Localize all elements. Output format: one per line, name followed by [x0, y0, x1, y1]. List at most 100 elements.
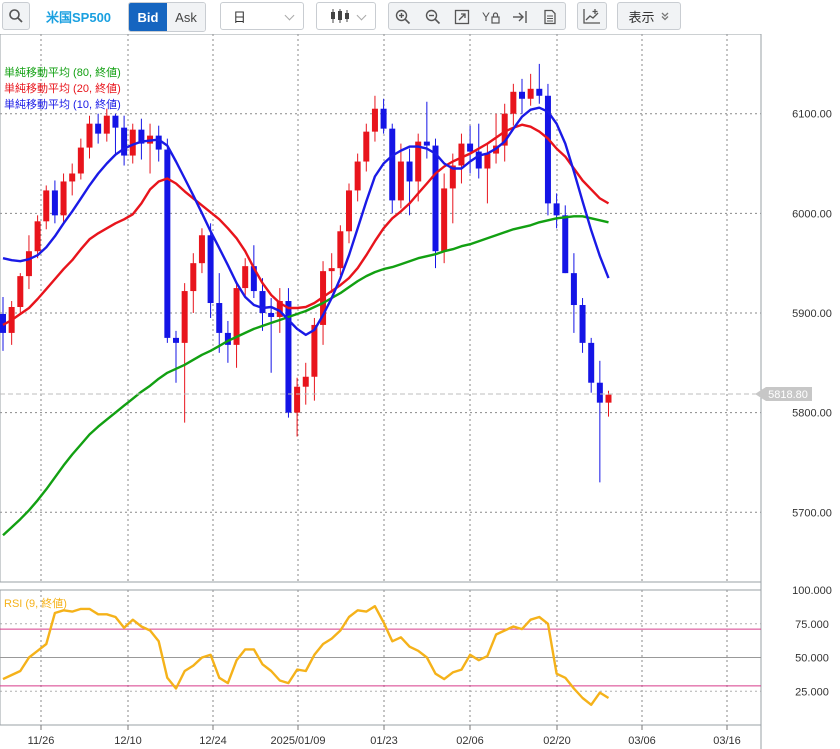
- chart-tools: Y: [388, 2, 566, 30]
- candle-body: [242, 266, 249, 289]
- symbol-name[interactable]: 米国SP500: [46, 7, 111, 26]
- candle-body: [363, 131, 370, 162]
- period-value: 日: [233, 9, 247, 25]
- x-tick-label: 12/24: [199, 735, 227, 747]
- period-select[interactable]: 日: [220, 2, 304, 30]
- candle-body: [17, 276, 24, 308]
- x-tick-label: 11/26: [28, 735, 55, 747]
- candle-body: [380, 108, 387, 129]
- candle-body: [562, 215, 569, 274]
- x-tick-label: 01/23: [370, 735, 398, 747]
- rsi-tick-label: 100.000: [792, 585, 832, 597]
- bid-ask-toggle: Bid Ask: [128, 2, 206, 32]
- candle-body: [216, 303, 223, 333]
- candle-body: [129, 129, 136, 156]
- candle-body: [173, 337, 179, 343]
- zoom-in-icon: [395, 9, 411, 25]
- legend-rsi: RSI (9, 終値): [4, 596, 67, 610]
- candle-body: [467, 143, 474, 152]
- candle-body: [294, 386, 301, 413]
- y-tick-label: 6000.00: [792, 208, 832, 220]
- candle-body: [181, 291, 188, 343]
- candle-body: [51, 190, 58, 216]
- zoom-out-button[interactable]: [422, 6, 444, 28]
- candle-body: [311, 324, 318, 377]
- candle-body: [302, 376, 309, 387]
- candle-body: [60, 181, 67, 216]
- search-icon: [9, 9, 23, 23]
- candle-body: [268, 312, 275, 317]
- fit-screen-button[interactable]: [451, 6, 473, 28]
- bid-button[interactable]: Bid: [129, 3, 167, 31]
- candle-body: [432, 145, 439, 252]
- arrow-right-end-icon: [513, 11, 527, 23]
- y-tick-label: 5700.00: [792, 507, 832, 519]
- indicator-lines: [0, 106, 761, 706]
- axis-labels: 11/26 12/10 12/24 2025/01/09 01/23 02/06 02/20…: [28, 109, 832, 747]
- candle-body: [484, 153, 491, 169]
- candle-body: [34, 221, 41, 252]
- y-lock-icon: Y: [482, 10, 500, 24]
- candlestick-icon: [331, 9, 349, 23]
- y-axis-lock-button[interactable]: Y: [480, 6, 502, 28]
- candle-body: [441, 188, 448, 252]
- ma-line-2: [2, 106, 610, 337]
- y-tick-label: 5800.00: [792, 408, 832, 420]
- chevron-down-icon: [356, 10, 367, 21]
- candle-body: [579, 305, 586, 343]
- y-tick-label: 6100.00: [792, 109, 832, 121]
- ma-line-1: [2, 123, 610, 326]
- price-chart[interactable]: 11/26 12/10 12/24 2025/01/09 01/23 02/06 02/20…: [0, 34, 840, 749]
- toolbar: 米国SP500 Bid Ask 日 Y 表示: [0, 0, 840, 34]
- x-tick-label: 2025/01/09: [270, 735, 325, 747]
- scroll-latest-button[interactable]: [509, 6, 531, 28]
- y-tick-label: 5900.00: [792, 308, 832, 320]
- candle-body: [155, 135, 162, 150]
- x-tick-label: 03/16: [713, 735, 741, 747]
- candle-body: [397, 161, 404, 201]
- legend-ma20: 単純移動平均 (20, 終値): [4, 81, 121, 95]
- candle-body: [198, 235, 205, 264]
- candle-body: [553, 203, 560, 216]
- candle-body: [605, 394, 612, 403]
- search-button[interactable]: [2, 2, 30, 30]
- chart-type-select[interactable]: [316, 2, 376, 30]
- candle-body: [25, 251, 32, 277]
- candle-body: [190, 263, 197, 292]
- candle-body: [423, 141, 430, 146]
- candle-body: [458, 143, 465, 166]
- display-menu-button[interactable]: 表示: [617, 2, 681, 30]
- candle-body: [43, 190, 50, 222]
- candle-body: [95, 123, 102, 134]
- x-tick-label: 02/06: [456, 735, 484, 747]
- ask-button[interactable]: Ask: [167, 3, 205, 31]
- candle-body: [207, 235, 214, 304]
- candle-body: [510, 91, 517, 114]
- rsi-tick-label: 25.000: [795, 686, 829, 698]
- candle-body: [354, 161, 361, 191]
- candle-body: [69, 173, 76, 182]
- x-tick-label: 12/10: [114, 735, 142, 747]
- candle-body: [406, 161, 413, 182]
- report-button[interactable]: [539, 6, 561, 28]
- legend-ma80: 単純移動平均 (80, 終値): [4, 65, 121, 79]
- double-chevron-down-icon: [661, 12, 668, 21]
- candle-body: [371, 108, 378, 132]
- candle-body: [389, 128, 396, 201]
- grid-lines: [0, 34, 761, 725]
- legend-ma10: 単純移動平均 (10, 終値): [4, 97, 121, 111]
- candle-body: [519, 91, 525, 99]
- candle-body: [328, 268, 335, 272]
- candle-body: [588, 342, 595, 383]
- add-indicator-button[interactable]: [577, 2, 607, 30]
- current-price-label: 5818.80: [768, 389, 808, 401]
- candle-body: [346, 190, 352, 232]
- candle-body: [259, 291, 266, 313]
- chevron-down-icon: [284, 10, 295, 21]
- svg-text:Y: Y: [482, 10, 490, 24]
- rsi-tick-label: 50.000: [795, 653, 829, 665]
- candle-body: [570, 273, 577, 306]
- rsi-line: [2, 605, 610, 706]
- candle-body: [536, 88, 543, 96]
- zoom-in-button[interactable]: [392, 6, 414, 28]
